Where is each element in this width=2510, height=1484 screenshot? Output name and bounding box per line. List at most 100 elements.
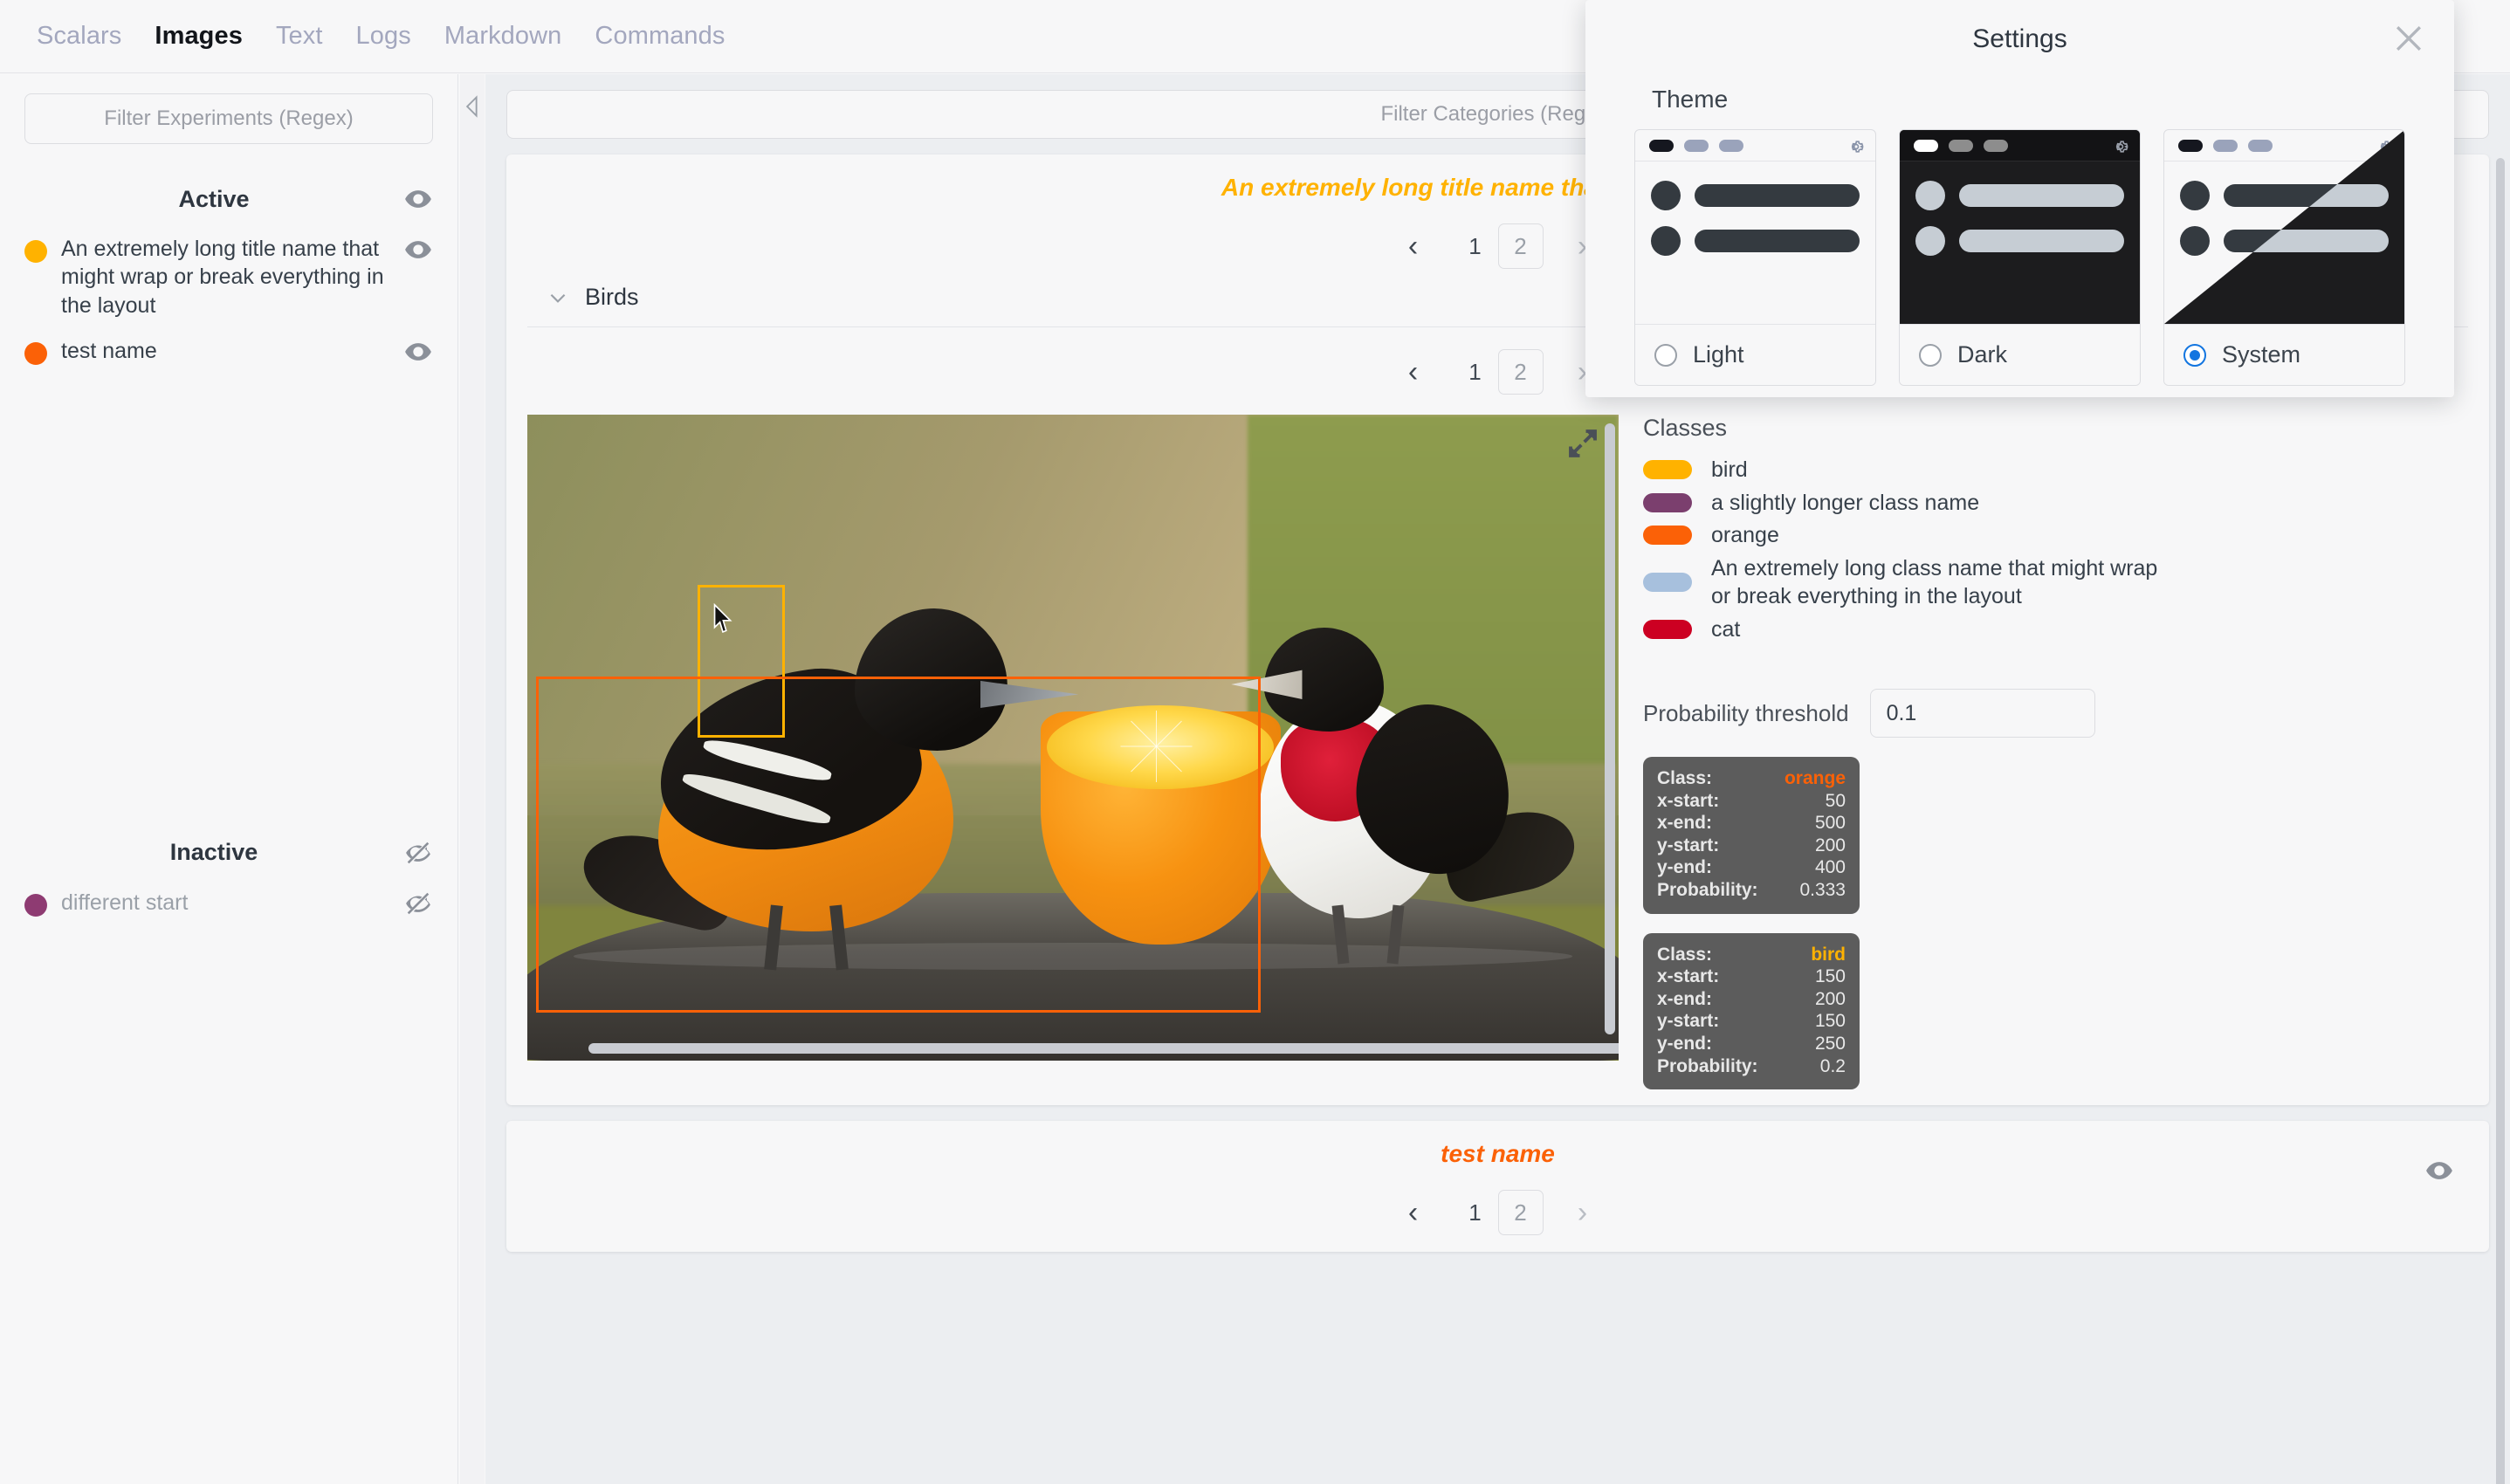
active-heading: Active [178, 185, 250, 212]
window-dot-icon [1684, 139, 1709, 152]
pager-page-1[interactable]: 1 [1453, 1199, 1498, 1226]
gear-icon [1847, 137, 1865, 155]
category-name: Birds [585, 284, 639, 310]
window-dot-icon [1649, 139, 1674, 152]
close-icon[interactable] [2390, 19, 2428, 58]
settings-header: Settings [1585, 0, 2454, 79]
pager-prev-button[interactable]: ‹ [1374, 1196, 1453, 1230]
experiment-item[interactable]: test name [24, 337, 433, 367]
experiment-item[interactable]: An extremely long title name that might … [24, 235, 433, 319]
tooltip-key: x-start: [1657, 790, 1720, 811]
pager-page-1[interactable]: 1 [1453, 233, 1498, 260]
class-label: cat [1711, 616, 1741, 642]
detection-tooltip: Class: orange x-start: 50 x-end: 500 y-star… [1643, 757, 1860, 914]
mouse-cursor-icon [712, 602, 733, 633]
class-legend-item[interactable]: orange [1643, 521, 2468, 550]
eye-icon[interactable] [403, 337, 433, 367]
detection-tooltip: Class: bird x-start: 150 x-end: 200 y-start… [1643, 932, 1860, 1090]
theme-preview-dark [1900, 130, 2140, 324]
class-color-chip [1643, 460, 1692, 480]
theme-option-dark[interactable]: Dark [1899, 129, 2141, 386]
tooltip-class-value: bird [1811, 944, 1846, 965]
class-color-chip [1643, 573, 1692, 592]
tooltip-value: 150 [1814, 1011, 1846, 1032]
filter-experiments-input[interactable] [24, 93, 433, 144]
class-label: a slightly longer class name [1711, 490, 1980, 515]
theme-option-system[interactable]: System [2163, 129, 2405, 386]
window-dot-icon [1984, 139, 2008, 152]
detection-image[interactable] [527, 415, 1619, 1061]
class-label: orange [1711, 523, 1779, 547]
class-color-chip [1643, 619, 1692, 639]
theme-preview-light [1635, 130, 1875, 324]
tooltip-key: y-end: [1657, 1034, 1712, 1055]
tooltip-value: 0.333 [1799, 880, 1846, 901]
settings-title: Settings [1972, 24, 2067, 53]
pager-page-2[interactable]: 2 [1497, 349, 1544, 395]
tooltip-value: 250 [1814, 1034, 1846, 1055]
pager-next-button[interactable]: › [1544, 1196, 1622, 1230]
radio-dark[interactable] [1919, 343, 1942, 367]
tooltip-key: x-end: [1657, 813, 1712, 834]
image-horizontal-scrollbar[interactable] [588, 1043, 1619, 1054]
expand-icon[interactable] [1564, 425, 1601, 462]
radio-light[interactable] [1654, 343, 1677, 367]
photo [527, 415, 1619, 1061]
class-color-chip [1643, 526, 1692, 546]
experiment-color-dot [24, 240, 47, 263]
experiment-item[interactable]: different start [24, 889, 433, 918]
inactive-heading: Inactive [169, 839, 258, 866]
tooltip-key: Probability: [1657, 1055, 1758, 1076]
active-section-header: Active [24, 181, 433, 217]
experiments-sidebar: Active An extremely long title name that… [0, 74, 458, 1484]
eye-off-icon[interactable] [403, 838, 433, 868]
eye-icon[interactable] [2424, 1156, 2454, 1185]
eye-off-icon[interactable] [403, 889, 433, 918]
eye-icon[interactable] [403, 184, 433, 214]
tooltip-key: Probability: [1657, 880, 1758, 901]
theme-light-footer[interactable]: Light [1635, 324, 1875, 385]
class-label: bird [1711, 457, 1748, 482]
theme-preview-system [2164, 130, 2404, 324]
class-legend-item[interactable]: cat [1643, 615, 2468, 644]
theme-dark-footer[interactable]: Dark [1900, 324, 2140, 385]
theme-option-light[interactable]: Light [1634, 129, 1876, 386]
experiment-label: An extremely long title name that might … [61, 237, 384, 318]
pager-prev-button[interactable]: ‹ [1374, 355, 1453, 389]
tooltip-class-key: Class: [1657, 944, 1713, 965]
class-legend-item[interactable]: An extremely long class name that might … [1643, 554, 2468, 611]
theme-label: Theme [1652, 86, 1729, 113]
eye-icon[interactable] [403, 235, 433, 265]
pager-page-2[interactable]: 2 [1497, 223, 1544, 269]
theme-options: Light Dark System [1585, 129, 2454, 386]
tooltip-value: 200 [1814, 835, 1846, 855]
class-legend-item[interactable]: a slightly longer class name [1643, 489, 2468, 518]
theme-system-footer[interactable]: System [2164, 324, 2404, 385]
tooltip-key: x-end: [1657, 988, 1712, 1009]
tooltip-class-key: Class: [1657, 768, 1713, 788]
chevron-down-icon[interactable] [547, 286, 569, 309]
tab-logs[interactable]: Logs [356, 22, 411, 51]
tab-markdown[interactable]: Markdown [444, 22, 562, 51]
tooltip-value: 400 [1814, 857, 1846, 878]
probability-threshold-input[interactable] [1869, 689, 2095, 738]
pager-prev-button[interactable]: ‹ [1374, 230, 1453, 264]
classes-heading: Classes [1643, 415, 1728, 441]
image-vertical-scrollbar[interactable] [1605, 423, 1615, 1034]
tab-text[interactable]: Text [276, 22, 323, 51]
tab-commands[interactable]: Commands [595, 22, 725, 51]
gear-icon [2112, 137, 2129, 155]
theme-dark-label: Dark [1957, 341, 2008, 368]
tooltip-value: 50 [1825, 790, 1846, 811]
radio-system[interactable] [2183, 343, 2206, 367]
experiment-color-dot [24, 341, 47, 365]
class-legend-item[interactable]: bird [1643, 456, 2468, 484]
sidebar-collapse-handle[interactable] [460, 74, 485, 1484]
window-dot-icon [1914, 139, 1938, 152]
pager-page-2[interactable]: 2 [1497, 1190, 1544, 1236]
tab-images[interactable]: Images [155, 22, 243, 51]
pager-page-1[interactable]: 1 [1453, 359, 1498, 386]
probability-threshold-row: Probability threshold [1643, 689, 2468, 738]
main-vertical-scrollbar[interactable] [2496, 158, 2505, 1484]
tab-scalars[interactable]: Scalars [37, 22, 121, 51]
